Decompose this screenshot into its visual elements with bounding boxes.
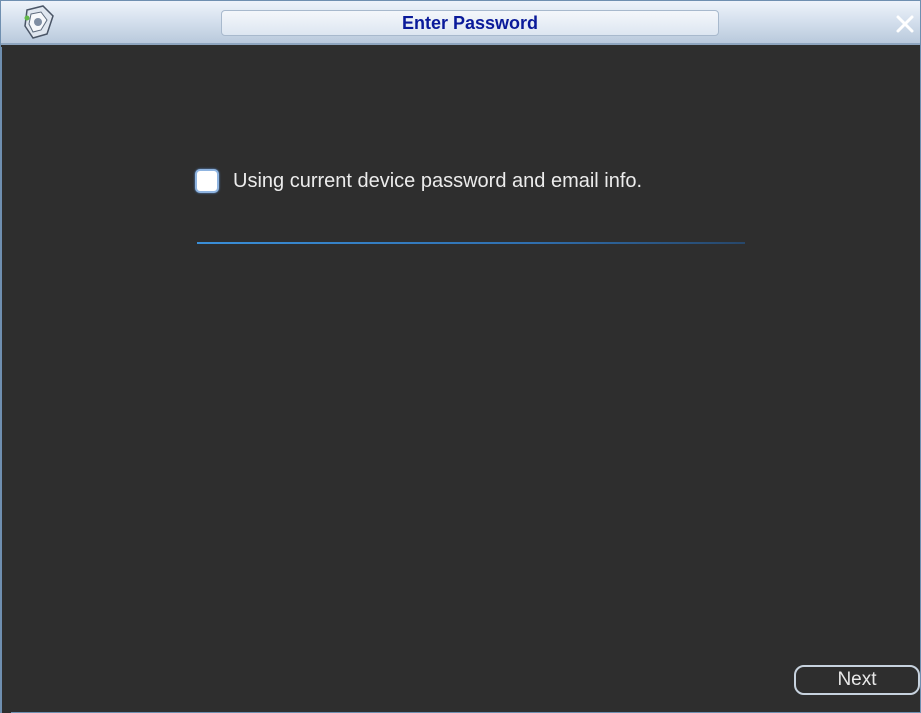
use-current-info-checkbox[interactable]: [195, 169, 219, 193]
divider-line: [197, 242, 745, 244]
next-button-label: Next: [837, 669, 877, 690]
enter-password-window: Enter Password Using current device pass…: [0, 0, 921, 713]
close-icon[interactable]: [894, 13, 916, 35]
window-left-edge: [1, 47, 11, 713]
title-box: Enter Password: [221, 10, 719, 36]
app-logo-icon: [21, 4, 59, 42]
next-button[interactable]: Next: [794, 665, 920, 695]
use-current-info-label: Using current device password and email …: [233, 169, 643, 192]
window-title: Enter Password: [401, 12, 539, 33]
use-current-info-row[interactable]: Using current device password and email …: [195, 169, 642, 193]
title-bar: Enter Password: [1, 1, 920, 45]
